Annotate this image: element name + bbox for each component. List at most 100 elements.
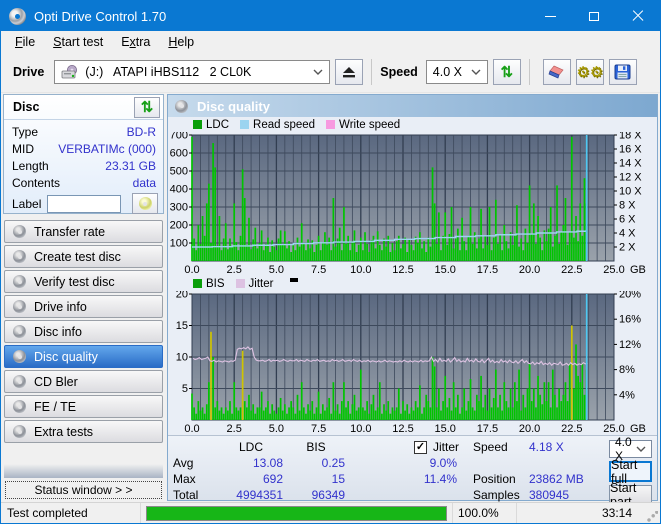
disc-info-row-length: Length 23.31 GB	[12, 157, 156, 174]
svg-text:20%: 20%	[619, 291, 641, 301]
erase-disc-button[interactable]	[542, 59, 571, 85]
stats-bis-value: 96349	[311, 488, 345, 502]
sidebar-item-fe-te[interactable]: FE / TE	[4, 395, 163, 418]
jitter-checkbox[interactable]: ✓	[413, 440, 427, 454]
start-full-button[interactable]: Start full	[609, 458, 652, 486]
statusbar: Test completed 100.0% 33:14	[1, 502, 660, 523]
status-window-button[interactable]: Status window > >	[5, 481, 162, 499]
toolbar-separator	[371, 59, 373, 85]
stats-header-bis: BIS	[306, 440, 326, 454]
menu-item-extra[interactable]: Extra	[112, 33, 159, 51]
toolbar: Drive (J:) ATAPI iHBS112 2 CL0K Speed 4.…	[1, 52, 660, 93]
status-text: Test completed	[1, 503, 141, 523]
svg-text:22.5: 22.5	[561, 423, 582, 435]
svg-text:600: 600	[170, 148, 188, 160]
maximize-button[interactable]	[572, 1, 616, 31]
svg-text:12.5: 12.5	[392, 423, 413, 435]
tools-button[interactable]: ⚙⚙	[575, 59, 604, 85]
save-button[interactable]	[608, 59, 637, 85]
legend-label: Write speed	[339, 118, 401, 131]
sidebar-item-extra-tests[interactable]: Extra tests	[4, 420, 163, 443]
app-disc-icon	[9, 7, 26, 25]
svg-text:12 X: 12 X	[619, 171, 642, 183]
svg-text:100: 100	[170, 238, 188, 250]
disc-icon	[175, 99, 188, 113]
maximize-icon	[589, 11, 599, 21]
drive-select[interactable]: (J:) ATAPI iHBS112 2 CL0K	[54, 60, 331, 84]
sidebar-item-label: FE / TE	[34, 399, 77, 414]
refresh-icon: ⇅	[140, 98, 154, 116]
disc-icon	[13, 300, 26, 313]
eraser-icon	[548, 65, 564, 79]
svg-text:7.5: 7.5	[311, 264, 326, 276]
svg-text:2 X: 2 X	[619, 241, 636, 253]
svg-text:5: 5	[182, 383, 188, 395]
menu-item-file[interactable]: File	[6, 33, 44, 51]
sidebar-item-disc-info[interactable]: Disc info	[4, 320, 163, 343]
elapsed-time: 33:14	[601, 506, 632, 520]
menu-item-help[interactable]: Help	[159, 33, 203, 51]
svg-text:7.5: 7.5	[311, 423, 326, 435]
minimize-icon	[544, 15, 556, 17]
speed-select-bottom[interactable]: 4.0 X	[609, 435, 652, 463]
legend-item-ldc: LDC	[193, 119, 229, 131]
label-field-label: Label	[12, 196, 42, 211]
legend-item-read-speed: Read speed	[240, 119, 315, 131]
bis-jitter-chart-svg: 5 10 15 20 4% 8% 12% 16% 20% 0.0 2.5 5.0 7.5 10.0 12.5…	[176, 291, 646, 435]
sidebar-item-transfer-rate[interactable]: Transfer rate	[4, 220, 163, 243]
stats-row-label: Total	[173, 488, 199, 502]
legend-swatch	[193, 279, 202, 288]
svg-text:20.0: 20.0	[519, 264, 540, 276]
legend-swatch	[193, 120, 202, 129]
svg-text:5.0: 5.0	[269, 423, 284, 435]
disc-label-button[interactable]	[132, 193, 158, 214]
close-icon	[632, 10, 644, 22]
svg-text:25.0: 25.0	[603, 264, 624, 276]
drive-label: Drive	[13, 65, 45, 79]
label-input[interactable]	[47, 194, 122, 213]
stats-bis-value: 15	[331, 472, 345, 486]
sidebar-item-create-test-disc[interactable]: Create test disc	[4, 245, 163, 268]
stats-right-label: Samples	[473, 488, 520, 502]
eject-button[interactable]	[335, 59, 364, 85]
svg-text:10: 10	[176, 352, 188, 364]
speed-select-value: 4.0 X	[432, 65, 462, 79]
disc-icon	[138, 197, 152, 210]
sidebar-item-label: Create test disc	[34, 249, 121, 264]
legend-label: Jitter	[248, 277, 274, 290]
speed-select[interactable]: 4.0 X	[425, 60, 488, 84]
svg-text:5.0: 5.0	[269, 264, 284, 276]
disc-icon	[13, 375, 26, 388]
disc-info-value: VERBATIMc (000)	[58, 141, 156, 156]
menu-item-start-test[interactable]: Start test	[44, 33, 112, 51]
disc-panel-title: Disc	[13, 100, 40, 114]
sidebar-item-drive-info[interactable]: Drive info	[4, 295, 163, 318]
disc-info-row-contents: Contents data	[12, 174, 156, 191]
sidebar-item-label: Transfer rate	[34, 224, 106, 239]
bis-chart-legend: BIS Jitter	[168, 276, 657, 291]
legend-item-write-speed: Write speed	[326, 119, 400, 131]
sidebar-item-cd-bler[interactable]: CD Bler	[4, 370, 163, 393]
close-button[interactable]	[616, 1, 660, 31]
resize-grip[interactable]	[646, 511, 658, 523]
svg-text:17.5: 17.5	[477, 423, 498, 435]
chevron-down-icon	[636, 446, 646, 452]
toolbar-separator	[528, 59, 530, 85]
sidebar-item-verify-test-disc[interactable]: Verify test disc	[4, 270, 163, 293]
svg-text:10.0: 10.0	[350, 423, 371, 435]
refresh-disc-button[interactable]: ⇅	[134, 96, 160, 118]
ldc-read-speed-chart-svg: 100 200 300 400 500 600 700 2 X 4 X 6 X 8 X 10 X 12 …	[170, 132, 646, 276]
svg-text:4%: 4%	[619, 389, 635, 401]
refresh-drive-button[interactable]: ⇅	[492, 59, 521, 85]
stats-ldc-value: 13.08	[252, 456, 283, 470]
stats-jitter-value: 9.0%	[429, 456, 457, 470]
minimize-button[interactable]	[528, 1, 572, 31]
sidebar-item-disc-quality[interactable]: Disc quality	[4, 345, 163, 368]
sidebar-spacer	[4, 447, 163, 478]
svg-text:2.5: 2.5	[227, 423, 242, 435]
svg-text:15.0: 15.0	[434, 264, 455, 276]
stats-area: LDC BIS ✓ Jitter Avg 13.08 0.25 9.0% Max 692 15 11.…	[168, 435, 657, 509]
progress-percent: 100.0%	[453, 503, 517, 523]
sidebar-item-label: Verify test disc	[34, 274, 115, 289]
chevron-down-icon	[313, 69, 323, 75]
